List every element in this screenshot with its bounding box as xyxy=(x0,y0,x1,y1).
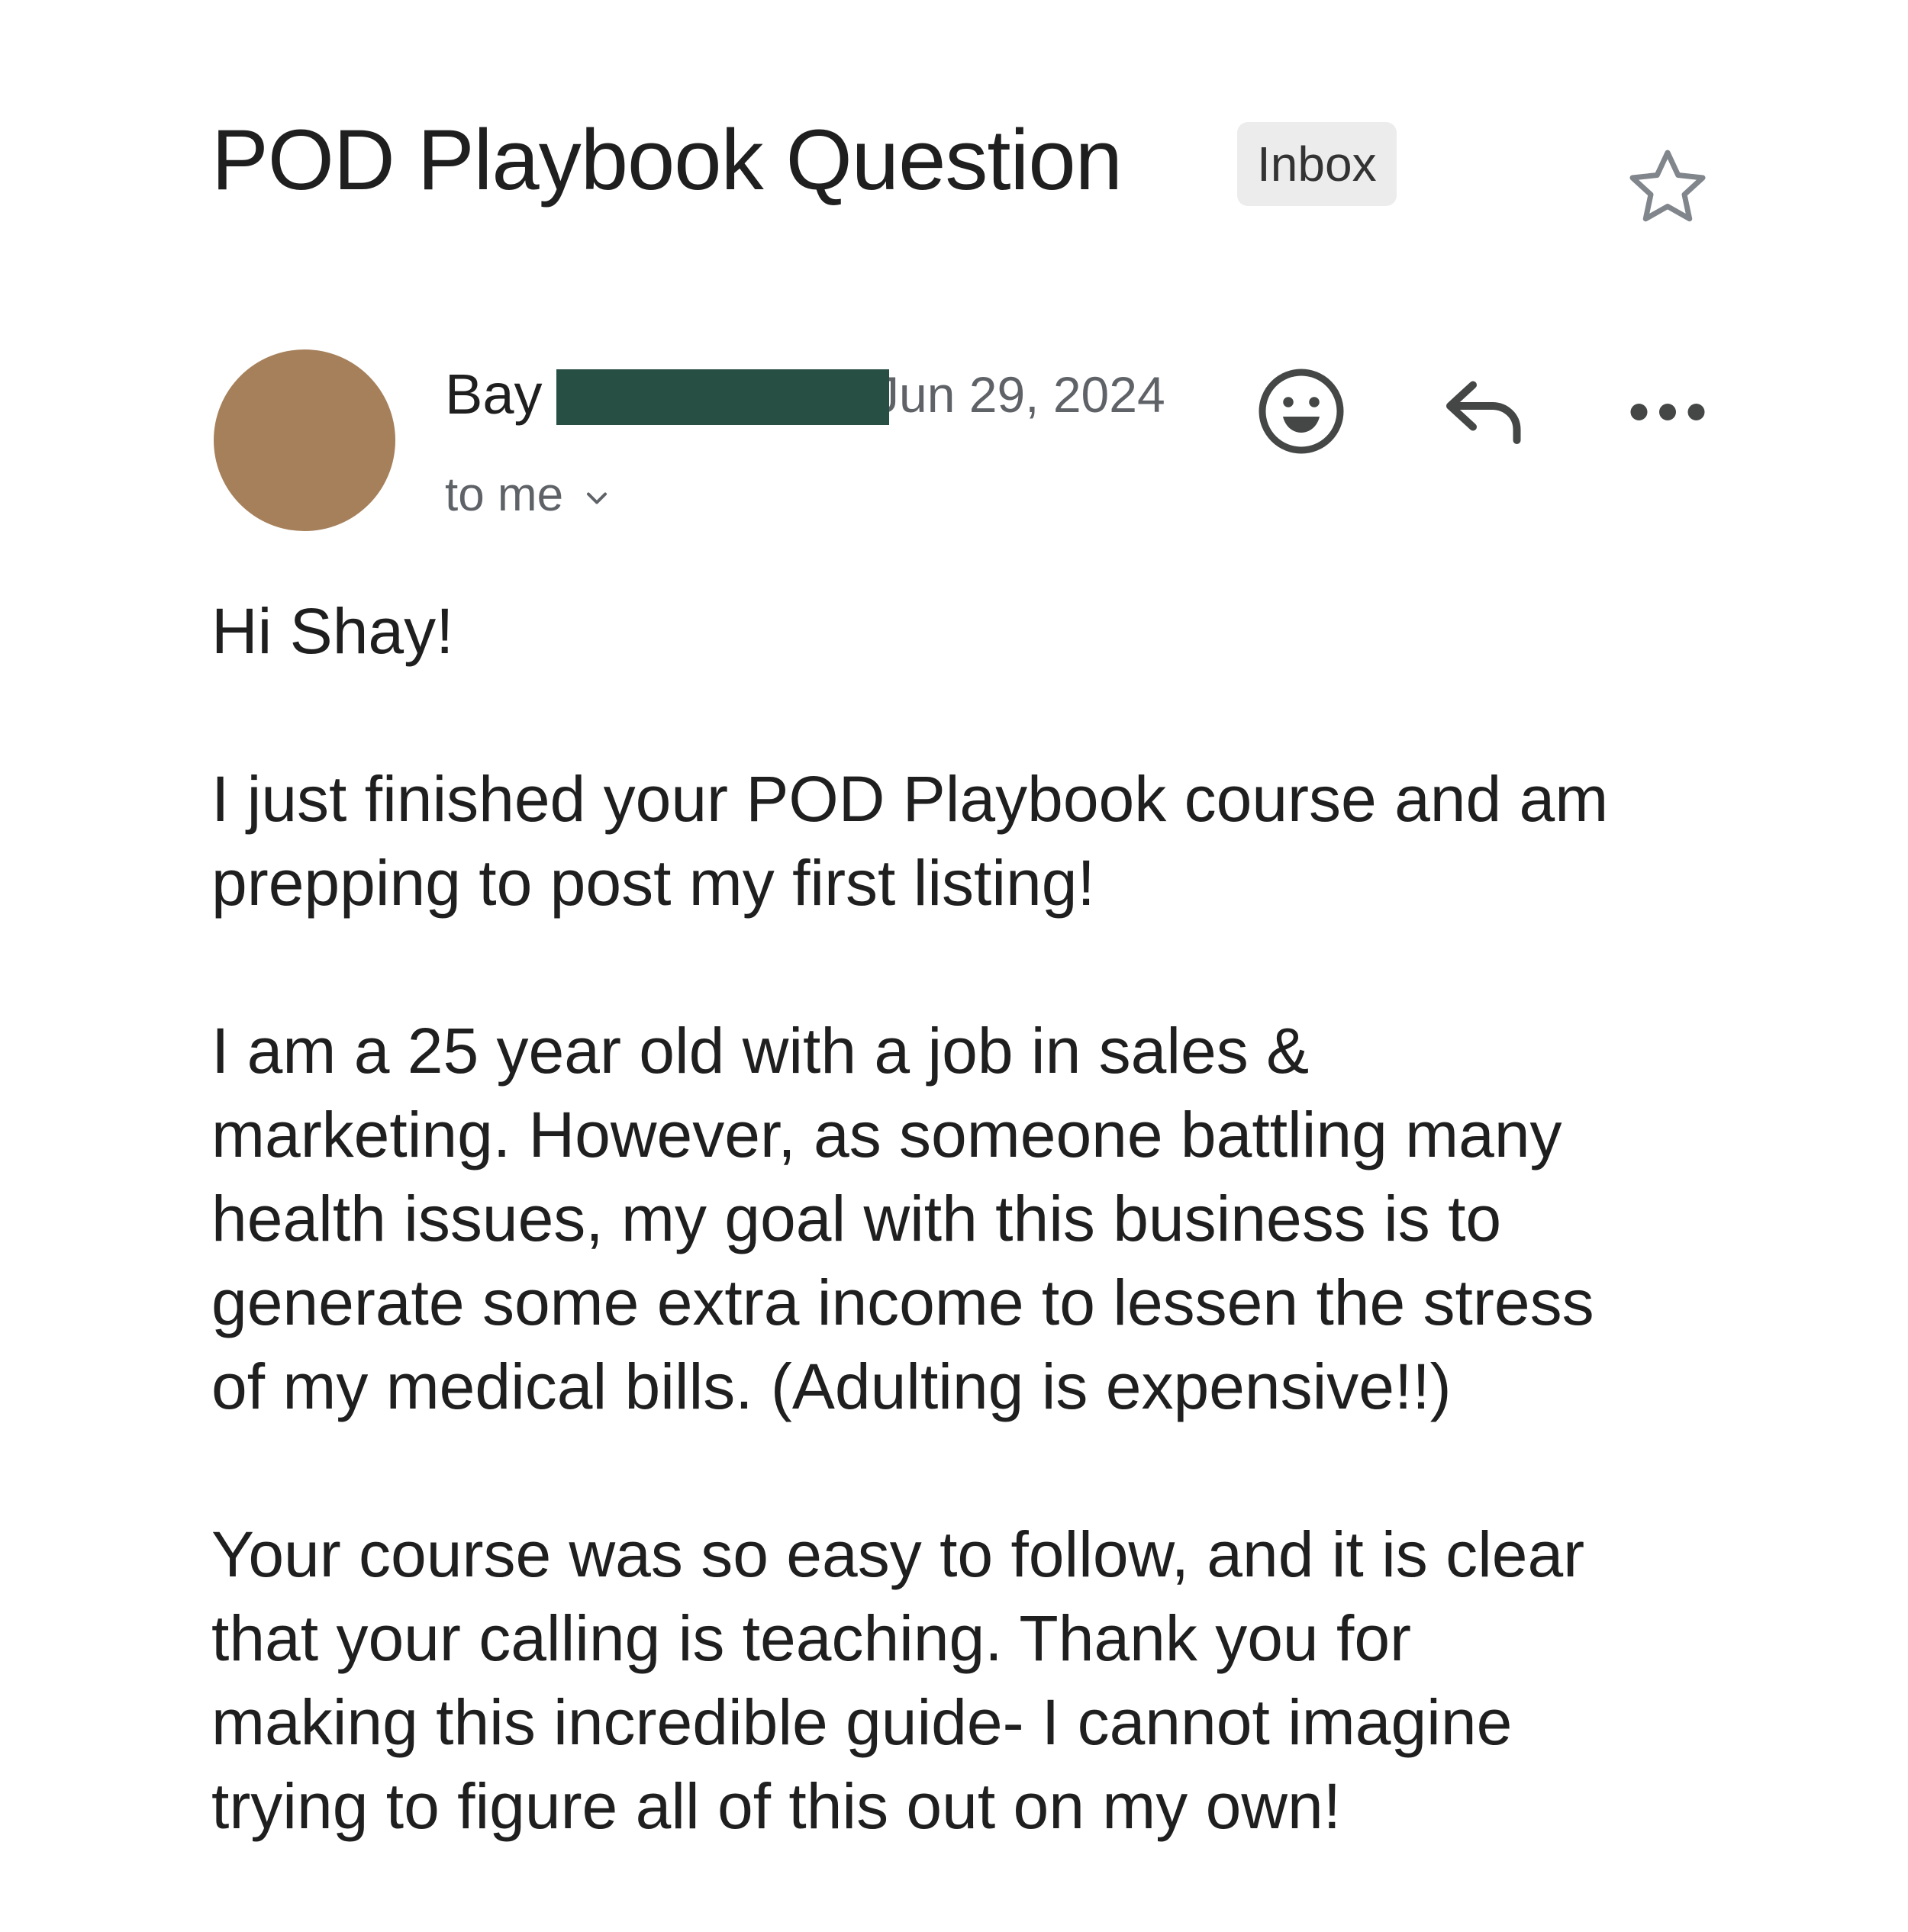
reply-arrow-icon[interactable] xyxy=(1439,372,1530,448)
date-label: Jun 29, 2024 xyxy=(874,366,1165,423)
body-paragraph: Hi Shay! xyxy=(211,595,454,667)
avatar xyxy=(214,349,395,531)
more-horizontal-icon[interactable] xyxy=(1626,382,1710,443)
smiley-icon[interactable] xyxy=(1255,365,1347,457)
body-paragraph: Your course was so easy to follow, and i… xyxy=(211,1518,1585,1842)
chevron-down-icon xyxy=(587,492,608,504)
recipients-toggle[interactable]: to me xyxy=(445,461,614,530)
subject-title: POD Playbook Question xyxy=(211,112,1123,208)
body-paragraph: I am a 25 year old with a job in sales &… xyxy=(211,1015,1594,1422)
body-paragraph: I just finished your POD Playbook course… xyxy=(211,763,1609,919)
recipients-label: to me xyxy=(445,469,564,521)
star-outline-icon[interactable] xyxy=(1622,142,1713,233)
email-body: Hi Shay! I just finished your POD Playbo… xyxy=(211,589,1753,1932)
sender-name[interactable]: Bay xyxy=(445,360,543,429)
redaction-block xyxy=(556,369,889,425)
inbox-label-badge[interactable]: Inbox xyxy=(1237,122,1397,206)
